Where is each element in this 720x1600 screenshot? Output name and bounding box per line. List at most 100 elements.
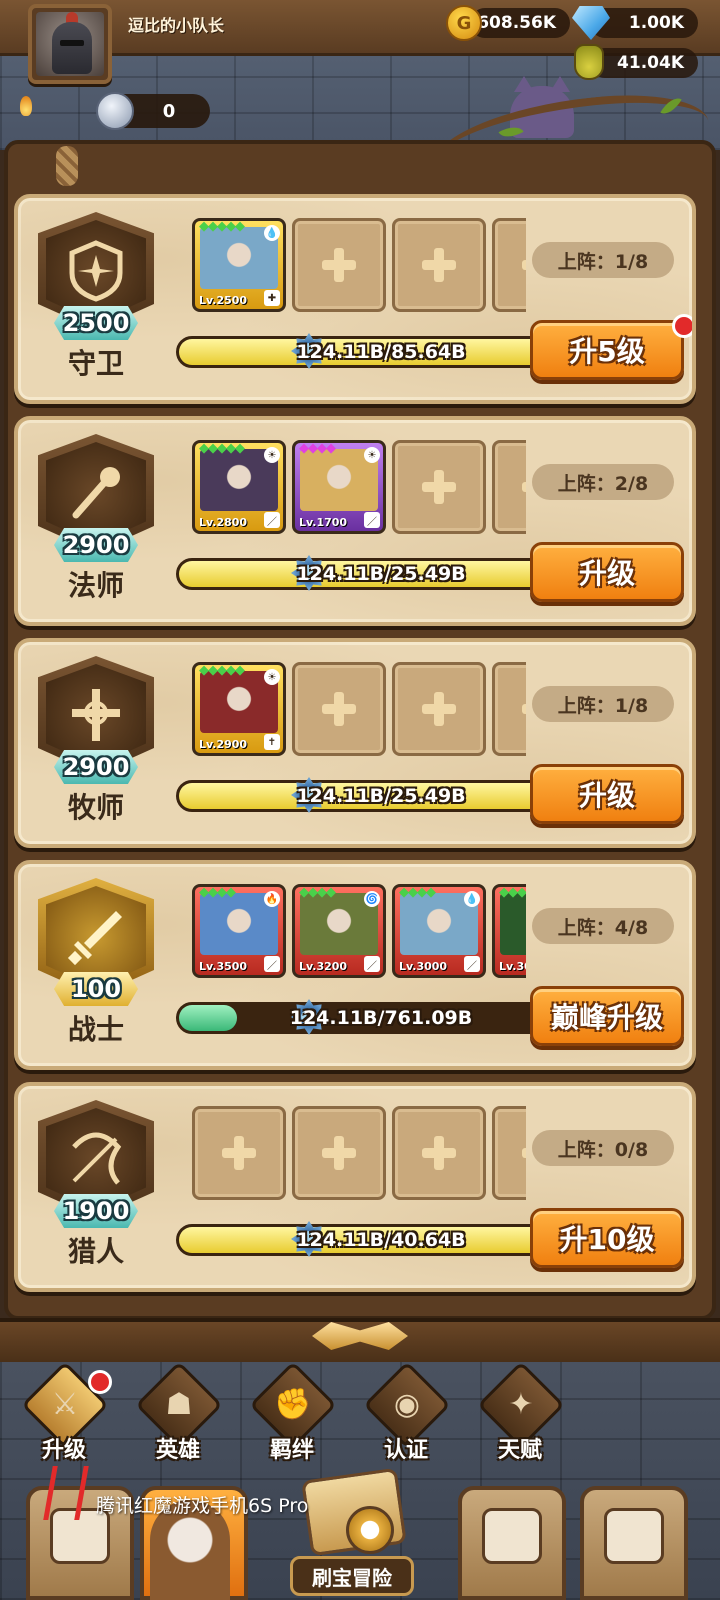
hero-star-rank: ◆◆◆◆◆ <box>199 663 245 678</box>
hammer-icon <box>604 1508 664 1564</box>
empty-hero-slot[interactable] <box>192 1106 286 1200</box>
empty-hero-slot[interactable] <box>292 1106 386 1200</box>
wind-icon: 🌀 <box>364 891 380 907</box>
hero-star-rank: ◆◆◆◆ <box>199 885 236 900</box>
class-name: 牧师 <box>67 791 124 824</box>
sword-icon: ／ <box>264 956 280 972</box>
plus-icon <box>522 1136 526 1170</box>
empty-hero-slot[interactable] <box>392 1106 486 1200</box>
hero-star-rank: ◆◆◆◆ <box>299 885 336 900</box>
hero-slot[interactable]: ◆◆◆◆🔥／Lv.300 <box>492 884 526 978</box>
sun-icon: ☀ <box>364 447 380 463</box>
upgrade-button[interactable]: 巅峰升级 <box>530 986 684 1046</box>
upgrade-button[interactable]: 升级 <box>530 764 684 824</box>
empty-hero-slot[interactable] <box>492 1106 526 1200</box>
empty-hero-slot[interactable] <box>392 218 486 312</box>
plus-icon <box>322 248 356 282</box>
class-name: 战士 <box>67 1013 124 1046</box>
talent-icon: ✦ <box>508 1386 534 1422</box>
empty-hero-slot[interactable] <box>292 662 386 756</box>
fist-icon: ✊ <box>274 1386 312 1422</box>
sword-icon: ⚔ <box>51 1386 79 1422</box>
hero-level: Lv.2900 <box>199 738 248 751</box>
sun-icon: ☀ <box>264 447 280 463</box>
potion-value: 41.04K <box>617 53 684 73</box>
silver-coin-icon <box>96 92 134 130</box>
plus-icon <box>522 470 526 504</box>
hero-slot[interactable]: ◆◆◆◆◆ 💧 ✚ Lv.2500 <box>192 218 286 312</box>
class-card-warrior: 100 战士 ◆◆◆◆ 🔥 ／ Lv.3500 ◆◆◆◆ 🌀 ／ Lv.3200 ◆◆◆◆ 💧 ／ Lv.… <box>14 860 696 1070</box>
class-name: 法师 <box>67 569 124 602</box>
upgrade-button[interactable]: 升级 <box>530 542 684 602</box>
empty-hero-slot[interactable] <box>392 440 486 534</box>
gold-counter[interactable]: 608.56K <box>470 8 570 38</box>
plus-icon <box>422 248 456 282</box>
hero-slot-row: ◆◆◆◆◆ 💧 ✚ Lv.2500 <box>176 216 526 316</box>
empty-hero-slot[interactable] <box>292 218 386 312</box>
plus-icon <box>422 1136 456 1170</box>
plus-icon <box>522 248 526 282</box>
plus-icon <box>222 1136 256 1170</box>
empty-hero-slot[interactable] <box>492 440 526 534</box>
hero-slot-row: ◆◆◆◆ 🔥 ／ Lv.3500 ◆◆◆◆ 🌀 ／ Lv.3200 ◆◆◆◆ 💧 ／ Lv.3000 ◆… <box>176 882 526 982</box>
class-card-priest: 2900 牧师 ◆◆◆◆◆ ☀ ✝ Lv.2900 上阵：1/8 124.11B/25.49B… <box>14 638 696 848</box>
plus-icon <box>322 692 356 726</box>
notification-dot <box>672 314 692 338</box>
nav-adventure-tile[interactable]: 刷宝冒险 <box>282 1467 422 1600</box>
tab-sword[interactable]: ⚔ 升级 <box>14 1361 114 1466</box>
deploy-count: 上阵：0/8 <box>532 1130 674 1166</box>
knight-helmet-icon <box>36 12 104 76</box>
empty-hero-slot[interactable] <box>492 662 526 756</box>
water-drop-icon: 💧 <box>464 891 480 907</box>
class-level-badge: 100 <box>54 972 138 1006</box>
class-level-badge: 2900 <box>54 750 138 784</box>
player-avatar[interactable] <box>28 4 112 84</box>
gem-value: 1.00K <box>628 13 684 33</box>
class-card-guardian: 2500 守卫 ◆◆◆◆◆ 💧 ✚ Lv.2500 上阵：1/8 124.11B/85.64B… <box>14 194 696 404</box>
hero-slot-row: ◆◆◆◆◆ ☀ ✝ Lv.2900 <box>176 660 526 760</box>
tab-fist[interactable]: ✊ 羁绊 <box>242 1361 342 1466</box>
sun-icon: ☀ <box>264 669 280 685</box>
fire-icon: 🔥 <box>264 891 280 907</box>
hero-slot[interactable]: ◆◆◆◆ 🌀 ／ Lv.3200 <box>292 884 386 978</box>
hero-star-rank: ◆◆◆◆◆ <box>199 441 245 456</box>
hero-level: Lv.3200 <box>299 960 348 973</box>
hero-slot[interactable]: ◆◆◆◆ 🔥 ／ Lv.3500 <box>192 884 286 978</box>
exp-progress-bar: 124.11B/25.49B <box>176 777 546 813</box>
exp-amount: 124.11B/85.64B <box>296 341 466 363</box>
wand-icon: ／ <box>364 512 380 528</box>
class-name: 猎人 <box>67 1235 124 1268</box>
empty-hero-slot[interactable] <box>392 662 486 756</box>
nav-forge-tile[interactable] <box>580 1486 688 1600</box>
deploy-count: 上阵：2/8 <box>532 464 674 500</box>
sword-icon: ／ <box>364 956 380 972</box>
tab-eye[interactable]: ◉ 认证 <box>356 1361 456 1466</box>
plus-icon <box>422 470 456 504</box>
potion-counter[interactable]: 41.04K <box>590 48 698 78</box>
tab-label: 认证 <box>383 1438 428 1463</box>
exp-amount: 124.11B/761.09B <box>289 1007 473 1029</box>
empty-hero-slot[interactable] <box>492 218 526 312</box>
hero-level: Lv.1700 <box>299 516 348 529</box>
hero-slot[interactable]: ◆◆◆◆ ☀ ／ Lv.1700 <box>292 440 386 534</box>
eye-icon: ◉ <box>393 1386 421 1422</box>
upgrade-button[interactable]: 升10级 <box>530 1208 684 1268</box>
upgrade-button[interactable]: 升5级 <box>530 320 684 380</box>
hero-slot-row <box>176 1104 526 1204</box>
exp-progress-bar: 124.11B/40.64B <box>176 1221 546 1257</box>
hero-slot[interactable]: ◆◆◆◆ 💧 ／ Lv.3000 <box>392 884 486 978</box>
exp-progress-bar: 124.11B/761.09B <box>176 999 546 1035</box>
cross-icon: ✝ <box>264 734 280 750</box>
tab-hero[interactable]: ☗ 英雄 <box>128 1361 228 1466</box>
hero-icon: ☗ <box>165 1386 193 1422</box>
gold-value: 608.56K <box>477 13 556 33</box>
notification-dot <box>88 1370 112 1394</box>
class-level-badge: 2500 <box>54 306 138 340</box>
hero-level: Lv.3500 <box>199 960 248 973</box>
hero-slot[interactable]: ◆◆◆◆◆ ☀ ✝ Lv.2900 <box>192 662 286 756</box>
tab-talent[interactable]: ✦ 天赋 <box>470 1361 570 1466</box>
hero-star-rank: ◆◆◆◆ <box>499 885 526 900</box>
nav-backpack-tile[interactable] <box>458 1486 566 1600</box>
torch-icon <box>20 96 32 116</box>
hero-slot[interactable]: ◆◆◆◆◆ ☀ ／ Lv.2800 <box>192 440 286 534</box>
